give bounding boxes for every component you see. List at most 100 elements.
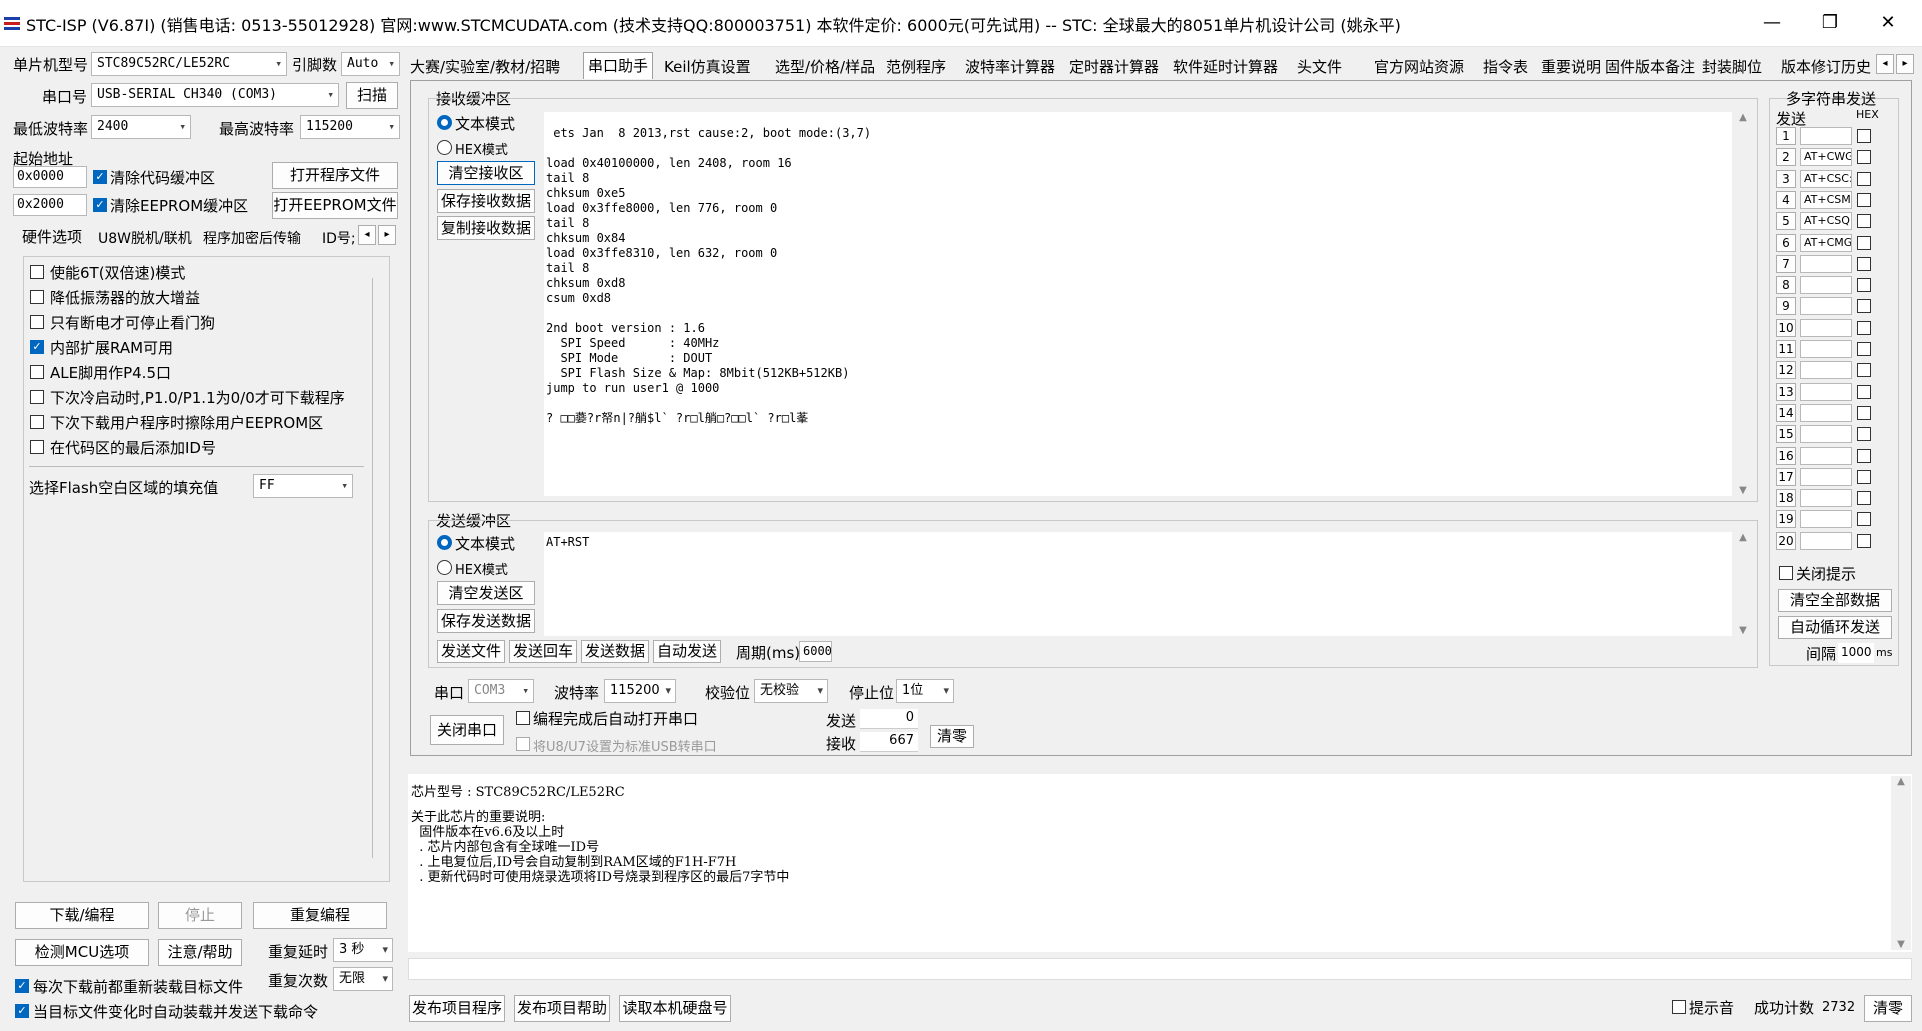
scan-button[interactable]: 扫描 xyxy=(346,82,398,109)
clear-send-button[interactable]: 清空发送区 xyxy=(437,581,535,605)
tab-left-arrow-icon[interactable]: ◂ xyxy=(358,225,376,245)
main-tab[interactable]: 头文件 xyxy=(1297,56,1342,77)
close-port-button[interactable]: 关闭串口 xyxy=(430,715,504,745)
multi-hex-checkbox[interactable] xyxy=(1857,448,1871,463)
multi-send-input[interactable] xyxy=(1800,340,1852,358)
option-checkbox[interactable] xyxy=(30,415,44,429)
multi-send-input[interactable] xyxy=(1800,254,1852,273)
multi-send-button[interactable]: 11 xyxy=(1776,340,1796,358)
multi-send-input[interactable]: AT+CSQ xyxy=(1800,212,1852,231)
send-hex-mode-radio[interactable] xyxy=(437,560,452,575)
count-select[interactable]: 无限 ▾ xyxy=(333,967,393,991)
multi-send-input[interactable] xyxy=(1800,127,1852,145)
read-hdd-button[interactable]: 读取本机硬盘号 xyxy=(619,995,731,1022)
clear-all-button[interactable]: 清空全部数据 xyxy=(1778,589,1892,612)
auto-open-checkbox[interactable] xyxy=(516,711,530,725)
min-baud-select[interactable]: 2400 ▾ xyxy=(91,115,191,139)
main-tab-right-icon[interactable]: ▸ xyxy=(1896,54,1914,74)
mcu-select[interactable]: STC89C52RC/LE52RC ▾ xyxy=(91,52,287,76)
main-tab[interactable]: 大赛/实验室/教材/招聘 xyxy=(410,56,560,77)
multi-send-button[interactable]: 10 xyxy=(1776,318,1796,337)
multi-hex-checkbox[interactable] xyxy=(1857,384,1871,399)
multi-send-input[interactable] xyxy=(1800,403,1852,422)
auto-loop-button[interactable]: 自动循环发送 xyxy=(1778,616,1892,639)
multi-hex-checkbox[interactable] xyxy=(1857,342,1871,356)
main-tab[interactable]: 封装脚位 xyxy=(1702,56,1762,77)
baud-select[interactable]: 115200 ▾ xyxy=(604,679,676,703)
delay-select[interactable]: 3 秒 ▾ xyxy=(333,938,393,962)
main-tab[interactable]: 范例程序 xyxy=(886,56,946,77)
multi-send-button[interactable]: 2 xyxy=(1776,148,1796,167)
multi-send-button[interactable]: 6 xyxy=(1776,233,1796,252)
serial-port-select[interactable]: COM3 ▾ xyxy=(468,679,534,703)
multi-send-button[interactable]: 16 xyxy=(1776,446,1796,465)
main-tab[interactable]: 波特率计算器 xyxy=(965,56,1055,77)
multi-send-input[interactable] xyxy=(1800,467,1852,486)
send-file-button[interactable]: 发送文件 xyxy=(437,640,505,663)
save-recv-button[interactable]: 保存接收数据 xyxy=(437,189,535,213)
main-tab[interactable]: 软件延时计算器 xyxy=(1173,56,1278,77)
multi-send-input[interactable] xyxy=(1800,318,1852,337)
maximize-button[interactable]: ❐ xyxy=(1802,6,1858,40)
period-input[interactable]: 6000 xyxy=(799,641,832,662)
stopbit-select[interactable]: 1位 ▾ xyxy=(896,679,954,703)
multi-send-input[interactable]: AT+CMG xyxy=(1800,233,1852,252)
clear-success-button[interactable]: 清零 xyxy=(1864,995,1912,1022)
clear-code-checkbox[interactable]: ✓ xyxy=(93,170,107,184)
multi-hex-checkbox[interactable] xyxy=(1857,256,1871,271)
multi-send-input[interactable] xyxy=(1800,361,1852,380)
close-button[interactable]: ✕ xyxy=(1860,6,1916,40)
multi-hex-checkbox[interactable] xyxy=(1857,299,1871,314)
fill-select[interactable]: FF ▾ xyxy=(253,474,353,498)
main-tab[interactable]: 串口助手 xyxy=(583,52,654,79)
tab-encrypt[interactable]: 程序加密后传输 xyxy=(203,228,301,248)
send-textarea[interactable]: AT+RST xyxy=(544,532,1732,636)
multi-hex-checkbox[interactable] xyxy=(1857,171,1871,186)
multi-send-button[interactable]: 20 xyxy=(1776,531,1796,550)
main-tab[interactable]: Keil仿真设置 xyxy=(664,56,751,77)
multi-send-input[interactable] xyxy=(1800,382,1852,401)
scroll-down-icon[interactable]: ▼ xyxy=(1733,625,1753,636)
multi-hex-checkbox[interactable] xyxy=(1857,320,1871,335)
auto-load-checkbox[interactable]: ✓ xyxy=(15,1004,29,1018)
send-scrollbar[interactable]: ▲ ▼ xyxy=(1733,532,1753,636)
max-baud-select[interactable]: 115200 ▾ xyxy=(300,115,400,139)
stop-button[interactable]: 停止 xyxy=(158,902,242,929)
recv-textarea[interactable]: ets Jan 8 2013,rst cause:2, boot mode:(3… xyxy=(544,112,1732,496)
multi-hex-checkbox[interactable] xyxy=(1857,214,1871,229)
multi-send-input[interactable]: AT+CWG xyxy=(1800,148,1852,167)
main-tab[interactable]: 重要说明 xyxy=(1541,56,1601,77)
scroll-up-icon[interactable]: ▲ xyxy=(1733,532,1753,543)
scroll-up-icon[interactable]: ▲ xyxy=(1891,776,1911,787)
multi-send-input[interactable] xyxy=(1800,510,1852,529)
option-checkbox[interactable] xyxy=(30,290,44,304)
minimize-button[interactable]: — xyxy=(1744,6,1800,40)
main-tab[interactable]: 官方网站资源 xyxy=(1374,56,1464,77)
multi-hex-checkbox[interactable] xyxy=(1857,278,1871,293)
recv-scrollbar[interactable]: ▲ ▼ xyxy=(1733,112,1753,496)
multi-send-button[interactable]: 18 xyxy=(1776,489,1796,508)
multi-hex-checkbox[interactable] xyxy=(1857,533,1871,548)
option-checkbox[interactable] xyxy=(30,365,44,379)
scroll-down-icon[interactable]: ▼ xyxy=(1733,485,1753,496)
multi-send-button[interactable]: 17 xyxy=(1776,467,1796,486)
close-hint-checkbox[interactable] xyxy=(1779,566,1793,580)
multi-send-button[interactable]: 4 xyxy=(1776,190,1796,209)
option-checkbox[interactable] xyxy=(30,440,44,454)
multi-hex-checkbox[interactable] xyxy=(1857,512,1871,527)
main-tab[interactable]: 固件版本备注 xyxy=(1605,56,1695,77)
multi-send-input[interactable] xyxy=(1800,489,1852,508)
multi-send-button[interactable]: 12 xyxy=(1776,361,1796,380)
multi-send-input[interactable] xyxy=(1800,276,1852,295)
parity-select[interactable]: 无校验 ▾ xyxy=(754,679,828,703)
options-scrollbar[interactable] xyxy=(372,278,381,858)
clear-recv-button[interactable]: 清空接收区 xyxy=(437,161,535,185)
main-tab[interactable]: 版本修订历史 xyxy=(1781,56,1871,77)
auto-send-button[interactable]: 自动发送 xyxy=(653,640,721,663)
multi-hex-checkbox[interactable] xyxy=(1857,235,1871,250)
multi-hex-checkbox[interactable] xyxy=(1857,405,1871,420)
send-data-button[interactable]: 发送数据 xyxy=(581,640,649,663)
multi-hex-checkbox[interactable] xyxy=(1857,129,1871,143)
interval-input[interactable]: 1000 xyxy=(1838,643,1874,663)
send-text-mode-radio[interactable] xyxy=(437,535,452,550)
